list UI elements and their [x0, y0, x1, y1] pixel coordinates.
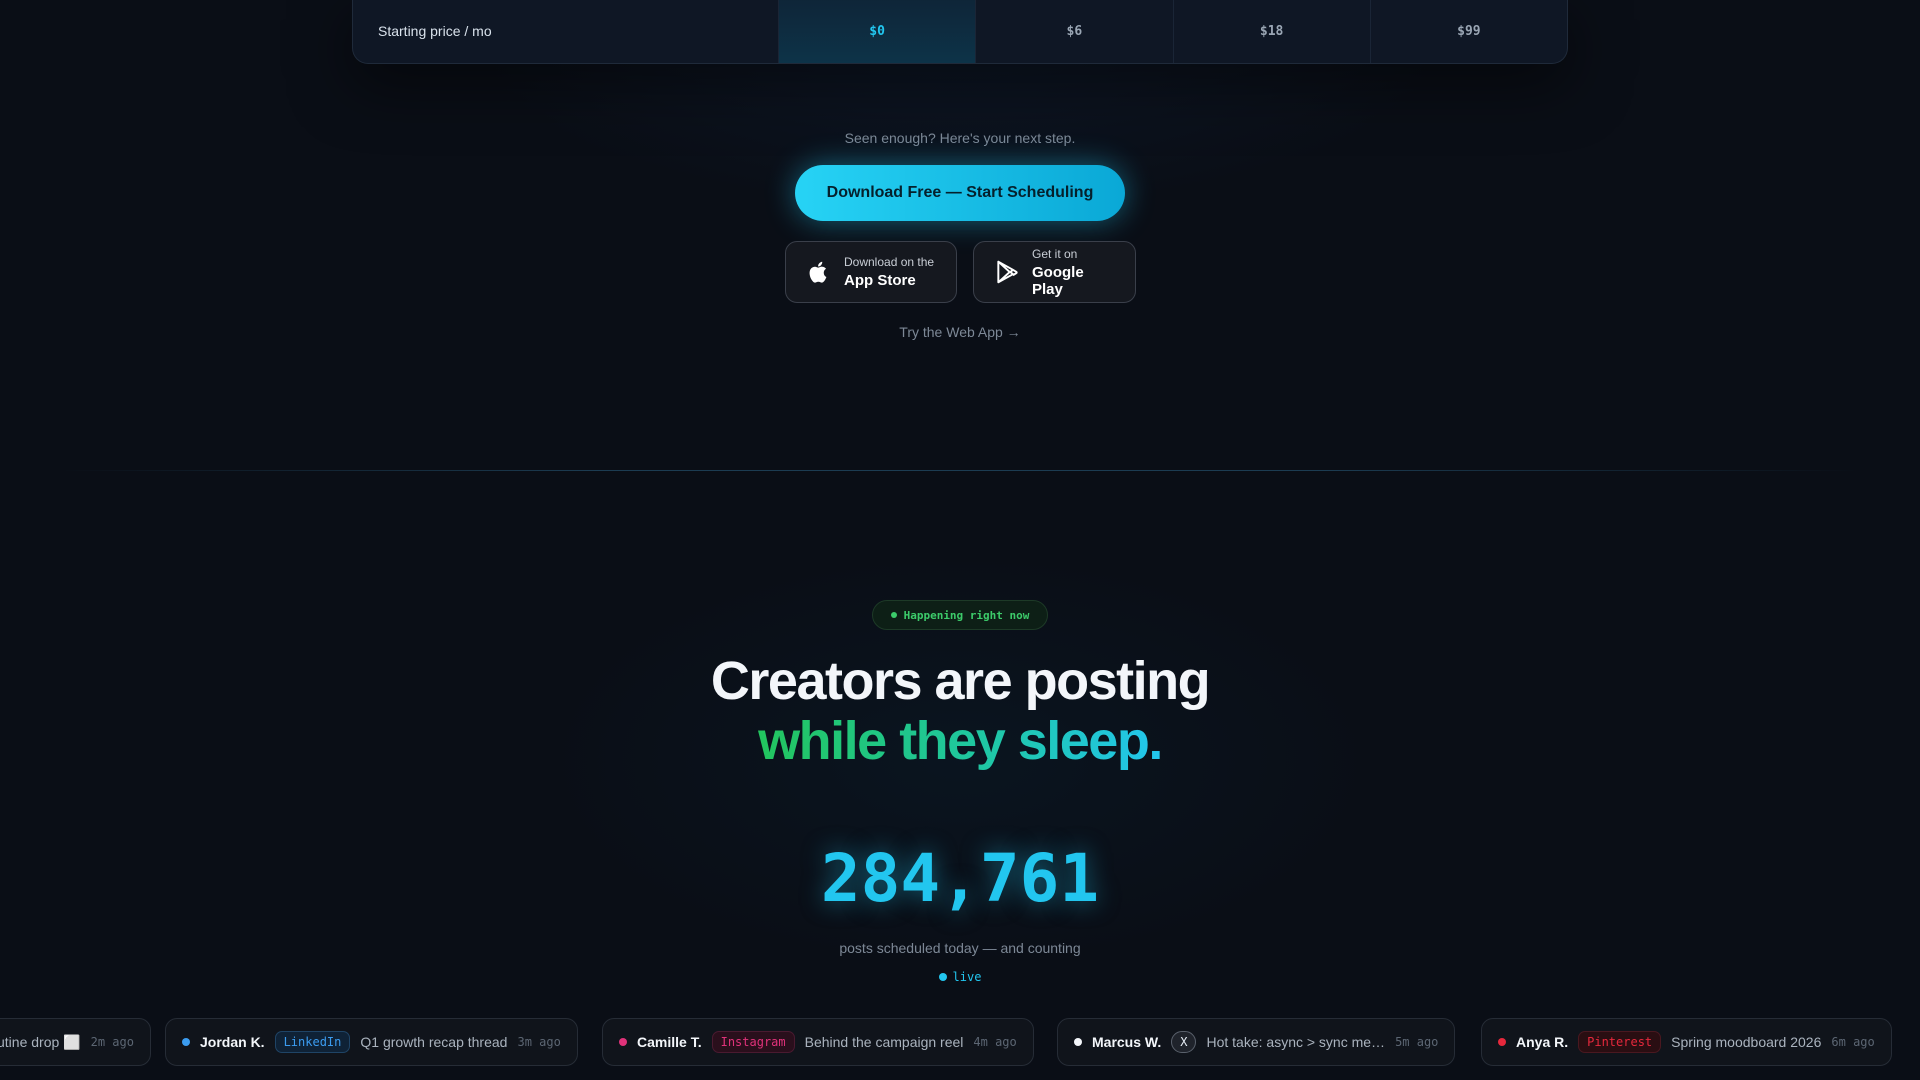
counter-label: posts scheduled today — and counting — [839, 940, 1081, 956]
platform-tag: Pinterest — [1578, 1031, 1662, 1053]
badge-dot-icon — [890, 612, 897, 618]
platform-dot-icon — [1498, 1038, 1506, 1046]
app-store-label: App Store — [844, 272, 916, 289]
headline-gradient-text: while they sleep. — [758, 711, 1163, 771]
live-label: live — [952, 970, 982, 984]
feed-item: Camille T. Instagram Behind the campaign… — [602, 1018, 1034, 1066]
badge-label: Happening right now — [903, 608, 1030, 622]
google-play-button[interactable]: Get it on Google Play — [973, 241, 1136, 303]
feed-item-time: 6m ago — [1831, 1035, 1875, 1049]
google-play-text: Get it on Google Play — [1032, 247, 1115, 298]
platform-tag: Instagram — [711, 1031, 795, 1053]
google-play-small-label: Get it on — [1032, 246, 1078, 261]
feed-item-time: 5m ago — [1395, 1035, 1439, 1049]
feed-item-name: Anya R. — [1516, 1034, 1569, 1050]
feed-item-text: Q1 growth recap thread — [360, 1034, 508, 1050]
price-tier-2: $6 — [975, 0, 1172, 63]
download-free-button[interactable]: Download Free — Start Scheduling — [795, 165, 1125, 221]
app-store-small-label: Download on the — [844, 255, 935, 269]
feed-item-text: utine drop ⬜ — [0, 1033, 81, 1050]
live-dot-icon — [938, 973, 947, 981]
app-store-text: Download on the App Store — [844, 255, 934, 289]
app-store-button[interactable]: Download on the App Store — [785, 241, 957, 303]
price-free: $0 — [778, 0, 976, 63]
web-app-link[interactable]: Try the Web App → — [0, 324, 1920, 340]
feed-item-text: Spring moodboard 2026 — [1671, 1034, 1822, 1050]
next-step-prompt: Seen enough? Here's your next step. — [844, 130, 1076, 146]
feed-item-time: 4m ago — [973, 1035, 1017, 1049]
happening-now-badge: Happening right now — [872, 600, 1048, 630]
posts-counter: 284,761 — [820, 840, 1100, 917]
activity-feed: utine drop ⬜ 2m ago Jordan K. LinkedIn Q… — [0, 1018, 1920, 1068]
platform-dot-icon — [1074, 1038, 1082, 1046]
platform-tag: LinkedIn — [274, 1031, 351, 1053]
price-tier-4: $99 — [1369, 0, 1567, 63]
section-divider — [60, 470, 1860, 471]
headline-line-1: Creators are posting — [710, 651, 1211, 711]
pricing-table: Starting price / mo $0 $6 $18 $99 — [352, 0, 1568, 64]
feed-item: Anya R. Pinterest Spring moodboard 2026 … — [1481, 1018, 1892, 1066]
feed-item-name: Camille T. — [637, 1034, 702, 1050]
google-play-icon — [997, 260, 1018, 284]
google-play-label: Google Play — [1032, 263, 1084, 298]
platform-dot-icon — [619, 1038, 627, 1046]
feed-item-time: 2m ago — [90, 1035, 134, 1049]
platform-dot-icon — [182, 1038, 190, 1046]
feed-item-text: Behind the campaign reel — [804, 1034, 964, 1050]
feed-item-text: Hot take: async > sync me… — [1206, 1034, 1386, 1050]
background-glow — [0, 0, 1920, 1080]
feed-item-name: Marcus W. — [1092, 1034, 1162, 1050]
headline-line-2: while they sleep. — [0, 710, 1920, 772]
apple-icon — [809, 261, 827, 283]
feed-item: Marcus W. X Hot take: async > sync me… 5… — [1057, 1018, 1456, 1066]
feed-item: Jordan K. LinkedIn Q1 growth recap threa… — [165, 1018, 578, 1066]
price-tier-3: $18 — [1172, 0, 1370, 63]
platform-tag: X — [1171, 1031, 1197, 1053]
pricing-row-label: Starting price / mo — [353, 0, 778, 63]
feed-item: utine drop ⬜ 2m ago — [0, 1018, 151, 1066]
live-indicator: live — [0, 970, 1920, 984]
feed-item-time: 3m ago — [517, 1035, 561, 1049]
feed-item-name: Jordan K. — [200, 1034, 265, 1050]
